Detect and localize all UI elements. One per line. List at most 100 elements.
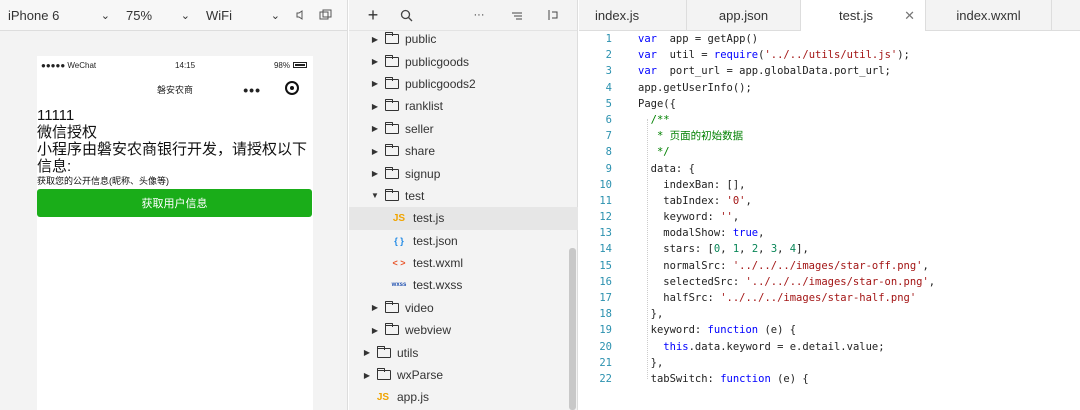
network-select[interactable]: WiFi ⌄ (198, 0, 288, 30)
tree-item[interactable]: ▶ seller (349, 118, 578, 140)
tab-index-wxml[interactable]: index.wxml (926, 0, 1052, 31)
sort-icon[interactable] (507, 10, 527, 20)
tree-item[interactable]: ▶ public (349, 28, 578, 50)
code-token: '../../../images/star-off.png' (732, 259, 923, 272)
code-token: function (720, 372, 771, 385)
folder-icon (385, 99, 399, 112)
code-area[interactable]: 1 var app = getApp() 2 var util = require('… (579, 31, 1080, 387)
explorer-toolbar: + ··· (349, 0, 577, 31)
code-token: function (707, 324, 759, 337)
tab-test-js[interactable]: test.js ✕ (801, 0, 926, 31)
tree-item[interactable]: ▶ share (349, 140, 578, 162)
caret-right-icon[interactable]: ▶ (361, 371, 373, 380)
tree-item[interactable]: ▶ publicgoods (349, 50, 578, 72)
js-file-icon: JS (376, 391, 390, 403)
caret-right-icon[interactable]: ▶ (369, 79, 381, 88)
code-line: 2 var util = require('../../utils/util.js… (579, 47, 1080, 63)
tree-item[interactable]: ▶ utils (349, 341, 578, 363)
caret-right-icon[interactable]: ▶ (369, 326, 381, 335)
tree-item[interactable]: ▶ webview (349, 319, 578, 341)
simulator-toolbar: iPhone 6 ⌄ 75% ⌄ WiFi ⌄ (0, 0, 347, 31)
code-token: , (732, 211, 740, 224)
tree-item[interactable]: wxss test.wxss (349, 274, 578, 296)
code-token: '../../../images/star-on.png' (745, 275, 929, 288)
caret-right-icon[interactable]: ▶ (369, 303, 381, 312)
tab-index-js[interactable]: index.js (579, 0, 687, 31)
code-line: 4 app.getUserInfo(); (579, 80, 1080, 96)
tree-item[interactable]: ▼ test (349, 185, 578, 207)
code-line: 21 }, (579, 355, 1080, 371)
collapse-icon[interactable] (543, 9, 563, 21)
tree-item[interactable]: ▶ video (349, 297, 578, 319)
folder-icon (377, 368, 391, 381)
code-text: normalSrc: '../../../images/star-off.png… (620, 258, 929, 274)
close-tab-icon[interactable]: ✕ (904, 8, 915, 24)
tree-item[interactable]: JS app.js (349, 386, 578, 408)
line-number: 10 (599, 178, 612, 191)
line-number: 8 (605, 146, 612, 159)
caret-right-icon[interactable]: ▶ (369, 169, 381, 178)
folder-icon (385, 166, 399, 179)
line-number: 22 (599, 372, 612, 385)
caret-right-icon[interactable]: ▶ (369, 124, 381, 133)
code-token: var (638, 49, 657, 62)
more-icon[interactable]: ··· (469, 9, 489, 21)
simulator-panel: iPhone 6 ⌄ 75% ⌄ WiFi ⌄ ●●●●● WeChat 14:… (0, 0, 348, 410)
tree-item[interactable]: { } test.json (349, 230, 578, 252)
window-icon[interactable] (314, 4, 336, 26)
more-menu-icon[interactable]: ••• (243, 82, 261, 98)
search-icon[interactable] (391, 9, 421, 22)
caret-right-icon[interactable]: ▶ (369, 57, 381, 66)
close-capsule-icon[interactable] (285, 81, 299, 95)
caret-right-icon[interactable]: ▶ (369, 35, 381, 44)
folder-icon (385, 300, 399, 313)
tab-label: test.js (839, 8, 873, 23)
code-line: 3 var port_url = app.globalData.port_url; (579, 63, 1080, 79)
tree-item-label: video (405, 300, 434, 315)
device-select[interactable]: iPhone 6 ⌄ (0, 0, 118, 30)
folder-icon (385, 121, 399, 134)
tab-label: index.wxml (956, 8, 1021, 23)
code-token: indexBan: [], (638, 178, 746, 191)
code-line: 19 keyword: function (e) { (579, 322, 1080, 338)
code-text: */ (620, 144, 670, 160)
code-text: keyword: '', (620, 209, 739, 225)
code-line: 15 normalSrc: '../../../images/star-off.… (579, 258, 1080, 274)
tree-item[interactable]: ▶ publicgoods2 (349, 73, 578, 95)
add-icon[interactable]: + (363, 5, 383, 26)
caret-right-icon[interactable]: ▶ (369, 147, 381, 156)
tree-item[interactable]: ▶ ranklist (349, 95, 578, 117)
code-line: 9 data: { (579, 161, 1080, 177)
line-number: 17 (599, 292, 612, 304)
wxss-file-icon: wxss (391, 282, 407, 289)
clock-label: 14:15 (175, 60, 196, 70)
explorer-scrollbar[interactable] (569, 248, 576, 410)
code-token: require (713, 49, 759, 62)
network-select-value: WiFi (206, 7, 232, 23)
code-token: .data.keyword = e.detail.value; (688, 340, 885, 353)
auth-scope: 获取您的公开信息(昵称、头像等) (37, 176, 169, 186)
code-token: , (922, 259, 929, 272)
code-token: }, (638, 308, 664, 321)
tree-item[interactable]: ▶ signup (349, 162, 578, 184)
code-text: data: { (620, 161, 695, 177)
caret-right-icon[interactable]: ▶ (361, 348, 373, 357)
code-text: modalShow: true, (620, 225, 764, 241)
tree-item-label: public (405, 32, 437, 47)
code-token: tabIndex: (638, 194, 727, 207)
tab-label: index.js (595, 8, 640, 23)
get-user-info-button[interactable]: 获取用户信息 (37, 189, 312, 217)
volume-icon[interactable] (290, 4, 312, 26)
tree-item[interactable]: ▶ wxParse (349, 364, 578, 386)
zoom-select[interactable]: 75% ⌄ (118, 0, 198, 30)
file-tree: ▶ public ▶ publicgoods ▶ publicgoods2 ▶ ranklis… (349, 28, 578, 409)
js-file-icon: JS (392, 212, 406, 224)
tree-item[interactable]: < > test.wxml (349, 252, 578, 274)
tree-item[interactable]: JS test.js (349, 207, 578, 230)
code-token: util = (656, 49, 714, 62)
caret-right-icon[interactable]: ▶ (369, 102, 381, 111)
code-token: '../../../images/star-half.png' (720, 292, 917, 304)
tab-app-json[interactable]: app.json (687, 0, 801, 31)
devtools-window: iPhone 6 ⌄ 75% ⌄ WiFi ⌄ ●●●●● WeChat 14:… (0, 0, 1080, 410)
caret-down-icon[interactable]: ▼ (369, 191, 381, 200)
